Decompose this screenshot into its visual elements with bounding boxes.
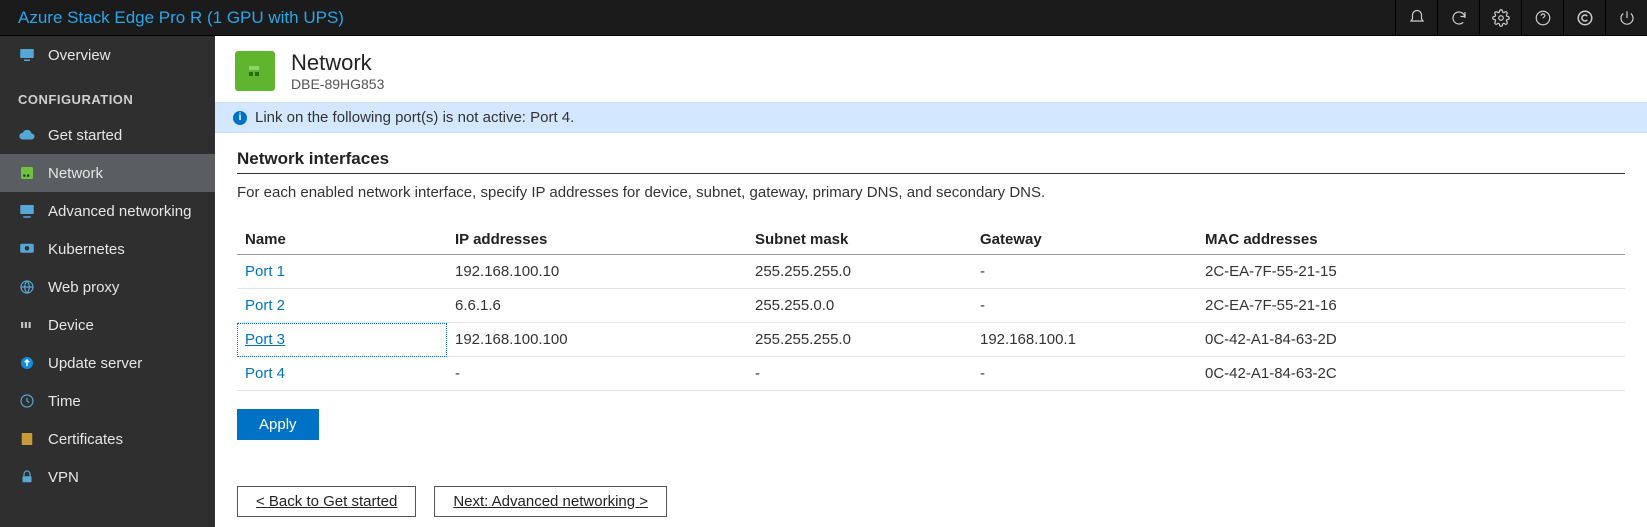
sidebar-label: Network <box>48 165 103 182</box>
section-title: Network interfaces <box>237 149 1625 174</box>
next-button[interactable]: Next: Advanced networking > <box>434 486 667 517</box>
main-content: Network DBE-89HG853 i Link on the follow… <box>215 36 1647 527</box>
th-subnet: Subnet mask <box>747 225 972 255</box>
cloud-icon <box>18 126 36 144</box>
cell-subnet: - <box>747 357 972 391</box>
cell-subnet: 255.255.0.0 <box>747 289 972 323</box>
sidebar-label: VPN <box>48 469 79 486</box>
lock-icon <box>18 468 36 486</box>
table-row: Port 3 192.168.100.100 255.255.255.0 192… <box>237 323 1625 357</box>
cell-mac: 0C-42-A1-84-63-2C <box>1197 357 1625 391</box>
cell-ip: 6.6.1.6 <box>447 289 747 323</box>
th-mac: MAC addresses <box>1197 225 1625 255</box>
cell-gateway: - <box>972 255 1197 289</box>
sidebar-item-network[interactable]: Network <box>0 154 215 192</box>
sidebar-section-header: CONFIGURATION <box>0 74 215 116</box>
cell-subnet: 255.255.255.0 <box>747 323 972 357</box>
alert-text: Link on the following port(s) is not act… <box>255 109 574 126</box>
page-title: Network <box>291 50 384 76</box>
advanced-networking-icon <box>18 202 36 220</box>
sidebar-item-update-server[interactable]: Update server <box>0 344 215 382</box>
page-subtitle: DBE-89HG853 <box>291 76 384 92</box>
sidebar: Overview CONFIGURATION Get started Netwo… <box>0 36 215 527</box>
topbar-icons <box>1395 0 1647 35</box>
sidebar-item-certificates[interactable]: Certificates <box>0 420 215 458</box>
footer-nav: < Back to Get started Next: Advanced net… <box>215 476 1647 527</box>
refresh-icon[interactable] <box>1437 0 1479 35</box>
page-header: Network DBE-89HG853 <box>215 36 1647 102</box>
sidebar-label: Advanced networking <box>48 203 191 220</box>
clock-icon <box>18 392 36 410</box>
sidebar-item-device[interactable]: Device <box>0 306 215 344</box>
cell-mac: 0C-42-A1-84-63-2D <box>1197 323 1625 357</box>
cell-mac: 2C-EA-7F-55-21-15 <box>1197 255 1625 289</box>
alert-banner: i Link on the following port(s) is not a… <box>215 102 1647 133</box>
port-link[interactable]: Port 2 <box>237 289 447 323</box>
cell-mac: 2C-EA-7F-55-21-16 <box>1197 289 1625 323</box>
port-link[interactable]: Port 3 <box>237 323 447 357</box>
cell-ip: 192.168.100.10 <box>447 255 747 289</box>
network-page-icon <box>235 51 275 91</box>
cell-subnet: 255.255.255.0 <box>747 255 972 289</box>
network-icon <box>18 164 36 182</box>
sidebar-label: Update server <box>48 355 142 372</box>
help-icon[interactable] <box>1521 0 1563 35</box>
table-row: Port 1 192.168.100.10 255.255.255.0 - 2C… <box>237 255 1625 289</box>
sidebar-item-vpn[interactable]: VPN <box>0 458 215 496</box>
back-button[interactable]: < Back to Get started <box>237 486 416 517</box>
kubernetes-icon <box>18 240 36 258</box>
notifications-icon[interactable] <box>1395 0 1437 35</box>
table-row: Port 2 6.6.1.6 255.255.0.0 - 2C-EA-7F-55… <box>237 289 1625 323</box>
port-link[interactable]: Port 4 <box>237 357 447 391</box>
sidebar-item-get-started[interactable]: Get started <box>0 116 215 154</box>
sidebar-label: Time <box>48 393 81 410</box>
overview-icon <box>18 46 36 64</box>
topbar: Azure Stack Edge Pro R (1 GPU with UPS) <box>0 0 1647 36</box>
sidebar-item-overview[interactable]: Overview <box>0 36 215 74</box>
cell-ip: - <box>447 357 747 391</box>
sidebar-label: Get started <box>48 127 122 144</box>
th-ip: IP addresses <box>447 225 747 255</box>
sidebar-label: Certificates <box>48 431 123 448</box>
sidebar-label: Web proxy <box>48 279 119 296</box>
sidebar-item-time[interactable]: Time <box>0 382 215 420</box>
settings-icon[interactable] <box>1479 0 1521 35</box>
topbar-title: Azure Stack Edge Pro R (1 GPU with UPS) <box>18 8 344 28</box>
copyright-icon[interactable] <box>1563 0 1605 35</box>
sidebar-label: Overview <box>48 47 111 64</box>
th-name: Name <box>237 225 447 255</box>
sidebar-label: Device <box>48 317 94 334</box>
th-gateway: Gateway <box>972 225 1197 255</box>
globe-icon <box>18 278 36 296</box>
info-icon: i <box>233 111 247 125</box>
power-icon[interactable] <box>1605 0 1647 35</box>
cell-gateway: - <box>972 357 1197 391</box>
cell-gateway: - <box>972 289 1197 323</box>
certificate-icon <box>18 430 36 448</box>
update-icon <box>18 354 36 372</box>
network-interfaces-table: Name IP addresses Subnet mask Gateway MA… <box>237 225 1625 391</box>
apply-button[interactable]: Apply <box>237 409 319 440</box>
port-link[interactable]: Port 1 <box>237 255 447 289</box>
cell-ip: 192.168.100.100 <box>447 323 747 357</box>
sidebar-item-web-proxy[interactable]: Web proxy <box>0 268 215 306</box>
device-icon <box>18 316 36 334</box>
table-row: Port 4 - - - 0C-42-A1-84-63-2C <box>237 357 1625 391</box>
sidebar-label: Kubernetes <box>48 241 125 258</box>
sidebar-item-kubernetes[interactable]: Kubernetes <box>0 230 215 268</box>
cell-gateway: 192.168.100.1 <box>972 323 1197 357</box>
section-description: For each enabled network interface, spec… <box>237 184 1625 201</box>
sidebar-item-advanced-networking[interactable]: Advanced networking <box>0 192 215 230</box>
